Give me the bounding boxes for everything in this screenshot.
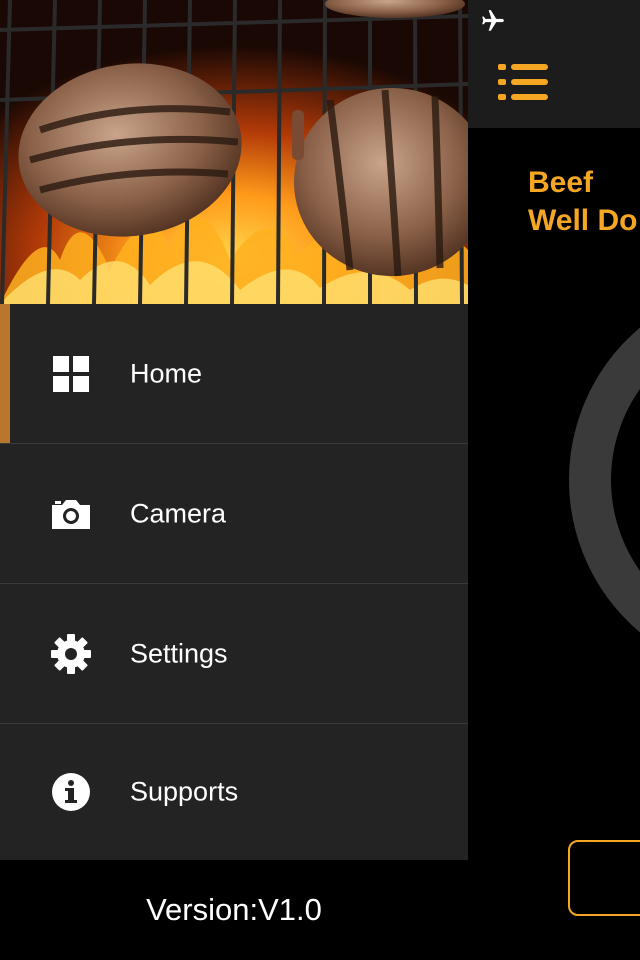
- menu-item-supports[interactable]: Supports: [0, 724, 468, 860]
- menu-item-label: Camera: [130, 498, 227, 528]
- start-button[interactable]: [568, 840, 640, 916]
- meat-type: Beef: [528, 166, 594, 199]
- menu-item-settings[interactable]: Settings: [0, 584, 468, 724]
- drawer-menu: Home Camera Settings Supports: [0, 304, 468, 860]
- meat-doneness-title: Beef Well Do: [528, 164, 637, 240]
- main-content: Beef Well Do: [468, 0, 640, 960]
- menu-toggle-icon[interactable]: [498, 60, 550, 104]
- doneness-dial[interactable]: [568, 300, 640, 660]
- app-screen: Beef Well Do Home Camera Settings Suppor…: [0, 0, 640, 960]
- menu-item-label: Settings: [130, 638, 228, 668]
- menu-item-label: Home: [130, 358, 203, 388]
- info-icon: [52, 773, 90, 811]
- menu-item-label: Supports: [130, 776, 239, 807]
- menu-item-home[interactable]: Home: [0, 304, 468, 444]
- grid-icon: [53, 355, 89, 392]
- doneness-level: Well Do: [528, 204, 638, 237]
- menu-item-camera[interactable]: Camera: [0, 444, 468, 584]
- grill-hero-image: [0, 0, 468, 304]
- version-label: Version:V1.0: [0, 860, 468, 960]
- gear-icon: [51, 633, 91, 674]
- airplane-mode-icon: [482, 10, 504, 31]
- camera-icon: [52, 499, 90, 529]
- top-bar: [468, 0, 640, 128]
- side-drawer: Home Camera Settings Supports Version:V1…: [0, 0, 468, 960]
